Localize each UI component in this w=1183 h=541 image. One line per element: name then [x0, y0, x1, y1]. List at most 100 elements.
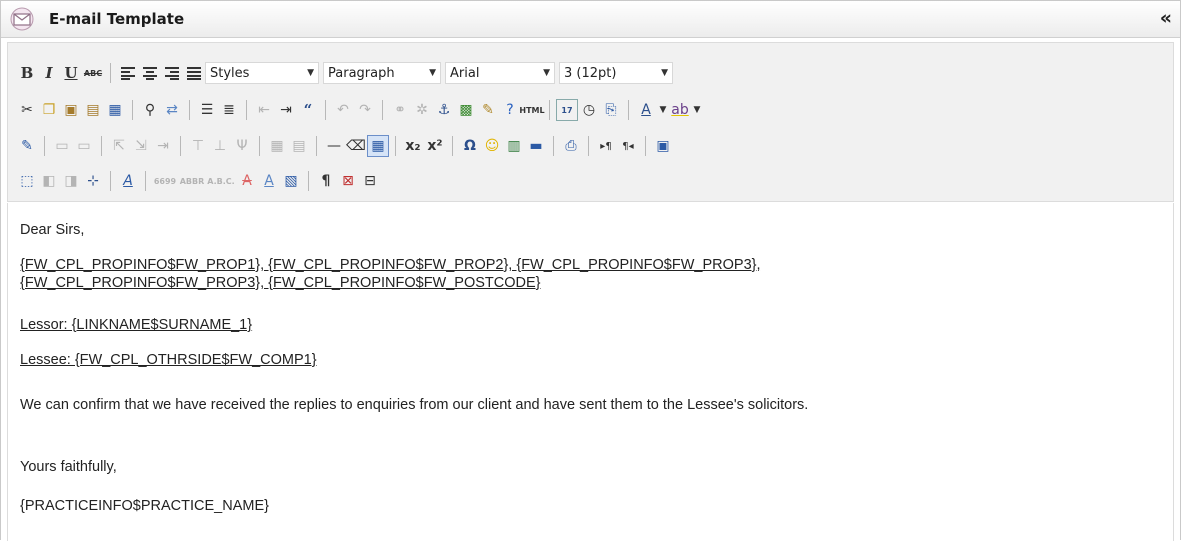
collapse-button[interactable]: «	[1160, 7, 1172, 29]
copy-icon[interactable]: ❐	[38, 99, 60, 121]
toolbar-row-2: ✂ ❐ ▣ ▤ ▦ ⚲ ⇄ ☰ ≣ ⇤ ⇥ “ ↶ ↷ ⚭ ✲ ⚓ ▩ ✎ ? …	[16, 97, 703, 123]
unlink-icon[interactable]: ✲	[411, 99, 433, 121]
insert-layer-icon[interactable]: ⬚	[16, 170, 38, 192]
insert-row-after-icon[interactable]: ⇲	[130, 135, 152, 157]
insert-date-button[interactable]: 17	[556, 99, 578, 121]
chevron-down-icon[interactable]: ▼	[691, 99, 703, 121]
abbr-button[interactable]: ABBR	[178, 170, 206, 192]
special-char-icon[interactable]: Ω	[459, 135, 481, 157]
separator	[132, 100, 133, 120]
table-row-props-icon[interactable]: ▭	[51, 135, 73, 157]
editor-content[interactable]: Dear Sirs, {FW_CPL_PROPINFO$FW_PROP1}, {…	[7, 203, 1174, 541]
subscript-icon[interactable]: x₂	[402, 135, 424, 157]
eraser-icon[interactable]: ⌫	[345, 135, 367, 157]
html-source-button[interactable]: HTML	[519, 99, 544, 121]
separator	[645, 136, 646, 156]
insert-time-icon[interactable]: ◷	[578, 99, 600, 121]
align-right-icon[interactable]	[161, 62, 183, 84]
align-left-icon[interactable]	[117, 62, 139, 84]
align-center-icon[interactable]	[139, 62, 161, 84]
emoticon-icon[interactable]: ☺	[481, 135, 503, 157]
blockquote-icon[interactable]: “	[297, 99, 319, 121]
bullet-list-icon[interactable]: ☰	[196, 99, 218, 121]
indent-icon[interactable]: ⇥	[275, 99, 297, 121]
superscript-icon[interactable]: x²	[424, 135, 446, 157]
toolbar-row-3: ✎ ▭ ▭ ⇱ ⇲ ⇥ ⊤ ⊥ Ψ ▦ ▤ — ⌫ ▦ x₂ x² Ω ☺ ▥	[16, 133, 674, 159]
print-icon[interactable]: ⎙	[560, 135, 582, 157]
editor-toolbar: B I U ABC Styles ▼ Paragraph ▼ Arial ▼ 3…	[7, 42, 1174, 202]
fullscreen-icon[interactable]: ▣	[652, 135, 674, 157]
chevron-down-icon: ▼	[307, 68, 314, 78]
find-icon[interactable]: ⚲	[139, 99, 161, 121]
cite-button[interactable]: 6699	[152, 170, 178, 192]
insert-row-before-icon[interactable]: ⇱	[108, 135, 130, 157]
horizontal-rule-icon[interactable]: —	[323, 135, 345, 157]
delete-col-icon[interactable]: Ψ	[231, 135, 253, 157]
bold-button[interactable]: B	[16, 62, 38, 84]
email-template-panel: E-mail Template « B I U ABC Styles ▼ Par…	[0, 0, 1181, 541]
italic-button[interactable]: I	[38, 62, 60, 84]
lessee-text: Lessee: {FW_CPL_OTHRSIDE$FW_COMP1}	[20, 352, 317, 368]
align-justify-icon[interactable]	[183, 62, 205, 84]
delete-row-icon[interactable]: ⇥	[152, 135, 174, 157]
link-icon[interactable]: ⚭	[389, 99, 411, 121]
paste-icon[interactable]: ▣	[60, 99, 82, 121]
ltr-icon[interactable]: ▸¶	[595, 135, 617, 157]
strikethrough-button[interactable]: ABC	[82, 62, 104, 84]
layer-icon[interactable]: ▬	[525, 135, 547, 157]
move-forward-icon[interactable]: ◧	[38, 170, 60, 192]
rtl-icon[interactable]: ¶◂	[617, 135, 639, 157]
absolute-position-icon[interactable]: ⊹	[82, 170, 104, 192]
attributes-icon[interactable]: ▧	[280, 170, 302, 192]
styles-dropdown[interactable]: Styles ▼	[205, 62, 319, 84]
merge-cells-icon[interactable]: ▤	[288, 135, 310, 157]
font-dropdown[interactable]: Arial ▼	[445, 62, 555, 84]
show-blocks-icon[interactable]: ¶	[315, 170, 337, 192]
insertion-icon[interactable]: A	[258, 170, 280, 192]
acronym-button[interactable]: A.B.C.	[206, 170, 236, 192]
insert-col-after-icon[interactable]: ⊥	[209, 135, 231, 157]
format-dropdown[interactable]: Paragraph ▼	[323, 62, 441, 84]
toolbar-row-4: ⬚ ◧ ◨ ⊹ A 6699 ABBR A.B.C. A A ▧ ¶ ⊠ ⊟	[16, 168, 381, 194]
separator	[628, 100, 629, 120]
numbered-list-icon[interactable]: ≣	[218, 99, 240, 121]
cut-icon[interactable]: ✂	[16, 99, 38, 121]
anchor-icon[interactable]: ⚓	[433, 99, 455, 121]
styleprops-icon[interactable]: A	[117, 170, 139, 192]
separator	[553, 136, 554, 156]
title-bar: E-mail Template «	[1, 1, 1180, 38]
page-break-icon[interactable]: ⊟	[359, 170, 381, 192]
text-color-icon[interactable]: A	[635, 99, 657, 121]
move-backward-icon[interactable]: ◨	[60, 170, 82, 192]
image-icon[interactable]: ▩	[455, 99, 477, 121]
help-icon[interactable]: ?	[499, 99, 521, 121]
lessor-text: Lessor: {LINKNAME$SURNAME_1}	[20, 317, 253, 333]
undo-icon[interactable]: ↶	[332, 99, 354, 121]
separator	[395, 136, 396, 156]
signoff-text: Yours faithfully,	[20, 459, 117, 475]
nonbreaking-icon[interactable]: ⊠	[337, 170, 359, 192]
edit-icon[interactable]: ✎	[16, 135, 38, 157]
table-cell-props-icon[interactable]: ▭	[73, 135, 95, 157]
outdent-icon[interactable]: ⇤	[253, 99, 275, 121]
preview-icon[interactable]: ⎘	[600, 99, 622, 121]
insert-col-before-icon[interactable]: ⊤	[187, 135, 209, 157]
replace-icon[interactable]: ⇄	[161, 99, 183, 121]
separator	[316, 136, 317, 156]
signature-text: {PRACTICEINFO$PRACTICE_NAME}	[20, 498, 269, 514]
chevron-down-icon: ▼	[429, 68, 436, 78]
split-cells-icon[interactable]: ▦	[266, 135, 288, 157]
deletion-icon[interactable]: A	[236, 170, 258, 192]
paste-word-icon[interactable]: ▦	[104, 99, 126, 121]
cleanup-icon[interactable]: ✎	[477, 99, 499, 121]
size-dropdown[interactable]: 3 (12pt) ▼	[559, 62, 673, 84]
visual-aid-icon[interactable]: ▦	[367, 135, 389, 157]
separator	[549, 100, 550, 120]
underline-button[interactable]: U	[60, 62, 82, 84]
chevron-down-icon[interactable]: ▼	[657, 99, 669, 121]
media-icon[interactable]: ▥	[503, 135, 525, 157]
highlight-color-icon[interactable]: ab	[669, 99, 691, 121]
size-dropdown-value: 3 (12pt)	[564, 65, 617, 81]
redo-icon[interactable]: ↷	[354, 99, 376, 121]
paste-text-icon[interactable]: ▤	[82, 99, 104, 121]
